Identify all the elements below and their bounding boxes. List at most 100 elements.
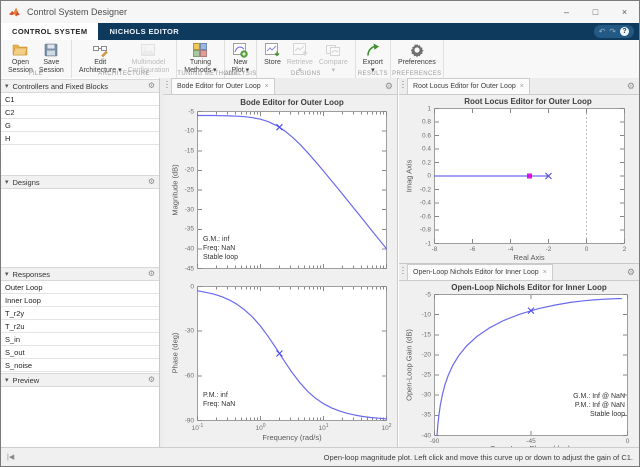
tick-label: 0.6 [422,132,431,139]
nichols-ylabel: Open-Loop Gain (dB) [405,329,414,401]
group-tuning-methods: Tuning Methods ▾ TUNING METHODS [177,40,224,78]
collapse-arrow-icon: ▾ [5,178,9,186]
closed-loop-pole-marker[interactable] [527,174,532,179]
panel-header-designs[interactable]: ▾ Designs ⚙ [1,175,159,189]
tuning-methods-icon [192,42,208,58]
tick-label: -20 [422,351,431,358]
tick-label: -4 [508,246,514,253]
tick-label: -10 [422,311,431,318]
list-item-s-out[interactable]: S_out [1,346,159,359]
undo-icon[interactable]: ↶ [599,28,606,36]
preferences-gear-icon [409,42,425,58]
collapse-arrow-icon: ▾ [5,82,9,90]
export-icon [365,42,381,58]
gear-icon[interactable]: ⚙ [148,178,155,186]
maximize-button[interactable]: □ [581,1,610,23]
edit-architecture-icon [92,42,108,58]
help-icon[interactable]: ? [620,27,629,36]
edit-architecture-button[interactable]: Edit Architecture ▾ [76,41,125,75]
tick-label: 0.4 [422,146,431,153]
redo-icon[interactable]: ↷ [609,28,616,36]
group-file: Open Session Save Session FILE [1,40,72,78]
tab-nichols-editor[interactable]: NICHOLS EDITOR [98,23,190,40]
close-tab-icon[interactable]: × [265,83,269,90]
tuning-methods-button[interactable]: Tuning Methods ▾ [181,41,219,75]
group-label-analysis: ANALYSIS [225,71,257,77]
list-item-g[interactable]: G [1,119,159,132]
tick-label: 1 [427,105,431,112]
panel-header-controllers[interactable]: ▾ Controllers and Fixed Blocks ⚙ [1,79,159,93]
gear-icon[interactable]: ⚙ [385,82,393,91]
preferences-label: Preferences [398,59,436,67]
list-item-s-noise[interactable]: S_noise [1,359,159,372]
collapse-sidebar-icon[interactable]: |◀ [7,453,14,461]
nichols-margins-annotation: G.M.: Inf @ NaN P.M.: Inf @ NaN Stable l… [573,392,625,419]
list-item-t-r2y[interactable]: T_r2y [1,307,159,320]
bode-tab-bar: Bode Editor for Outer Loop × ⚙ [163,78,397,95]
title-bar: Control System Designer – □ × [1,1,639,24]
list-item-c2[interactable]: C2 [1,106,159,119]
list-item-outer-loop[interactable]: Outer Loop [1,281,159,294]
store-button[interactable]: Store [261,41,284,67]
tick-label: -35 [185,226,194,233]
list-item-c1[interactable]: C1 [1,93,159,106]
panel-title: Responses [13,270,51,279]
drag-handle-icon[interactable] [402,81,404,90]
phase-margin-annotation: P.M.: inf Freq: NaN [203,391,235,409]
tick-label: -30 [185,206,194,213]
tick-label: 0 [190,283,194,290]
panel-header-responses[interactable]: ▾ Responses ⚙ [1,267,159,281]
new-plot-button[interactable]: New Plot ▾ [229,41,253,75]
new-plot-icon [232,42,248,58]
panel-header-preview[interactable]: ▾ Preview ⚙ [1,373,159,387]
tick-label: -2 [546,246,552,253]
close-tab-icon[interactable]: × [520,83,524,90]
tick-label: -1 [425,240,431,247]
open-folder-icon [12,42,28,58]
root-locus-ylabel: Imag Axis [405,160,414,193]
collapse-arrow-icon: ▾ [5,270,9,278]
tab-root-locus-editor[interactable]: Root Locus Editor for Outer Loop × [407,78,530,94]
open-session-button[interactable]: Open Session [5,41,36,75]
close-tab-icon[interactable]: × [543,269,547,276]
group-label-tuning-methods: TUNING METHODS [177,71,223,77]
gear-icon[interactable]: ⚙ [148,270,155,278]
root-locus-axes[interactable]: -8-6-4-20210.80.60.40.20-0.2-0.4-0.6-0.8… [434,108,625,244]
bode-xlabel: Frequency (rad/s) [262,433,321,442]
quick-access-toolbar: ↶ ↷ ? [594,25,634,38]
list-item-s-in[interactable]: S_in [1,333,159,346]
export-button[interactable]: Export ▾ [360,41,386,75]
list-item-h[interactable]: H [1,132,159,145]
gain-margin-annotation: G.M.: inf Freq: NaN Stable loop [203,235,238,262]
tab-label: Root Locus Editor for Outer Loop [413,83,516,90]
preferences-button[interactable]: Preferences [395,41,439,67]
tab-nichols-editor-inner-loop[interactable]: Open-Loop Nichols Editor for Inner Loop … [407,264,553,280]
group-preferences: Preferences PREFERENCES [391,40,444,78]
list-item-inner-loop[interactable]: Inner Loop [1,294,159,307]
gear-icon[interactable]: ⚙ [627,268,635,277]
gear-icon[interactable]: ⚙ [627,82,635,91]
tab-control-system[interactable]: CONTROL SYSTEM [1,23,98,40]
tick-label: 101 [318,423,328,432]
gear-icon[interactable]: ⚙ [148,82,155,90]
panel-title: Controllers and Fixed Blocks [13,82,108,91]
tick-label: -40 [422,432,431,439]
group-label-results: RESULTS [356,71,390,77]
close-button[interactable]: × [610,1,639,23]
tick-label: -60 [185,372,194,379]
tick-label: -0.8 [420,227,431,234]
drag-handle-icon[interactable] [166,81,168,90]
list-item-t-r2u[interactable]: T_r2u [1,320,159,333]
tick-label: -30 [185,328,194,335]
tick-label: -25 [185,187,194,194]
nichols-title: Open-Loop Nichols Editor for Inner Loop [451,283,607,292]
store-label: Store [264,59,281,67]
root-locus-tab-bar: Root Locus Editor for Outer Loop × ⚙ [399,78,639,95]
drag-handle-icon[interactable] [402,267,404,276]
minimize-button[interactable]: – [552,1,581,23]
group-analysis: New Plot ▾ ANALYSIS [225,40,258,78]
panel-title: Designs [13,178,40,187]
tab-bode-editor[interactable]: Bode Editor for Outer Loop × [171,78,275,94]
gear-icon[interactable]: ⚙ [148,376,155,384]
save-session-button[interactable]: Save Session [36,41,67,75]
